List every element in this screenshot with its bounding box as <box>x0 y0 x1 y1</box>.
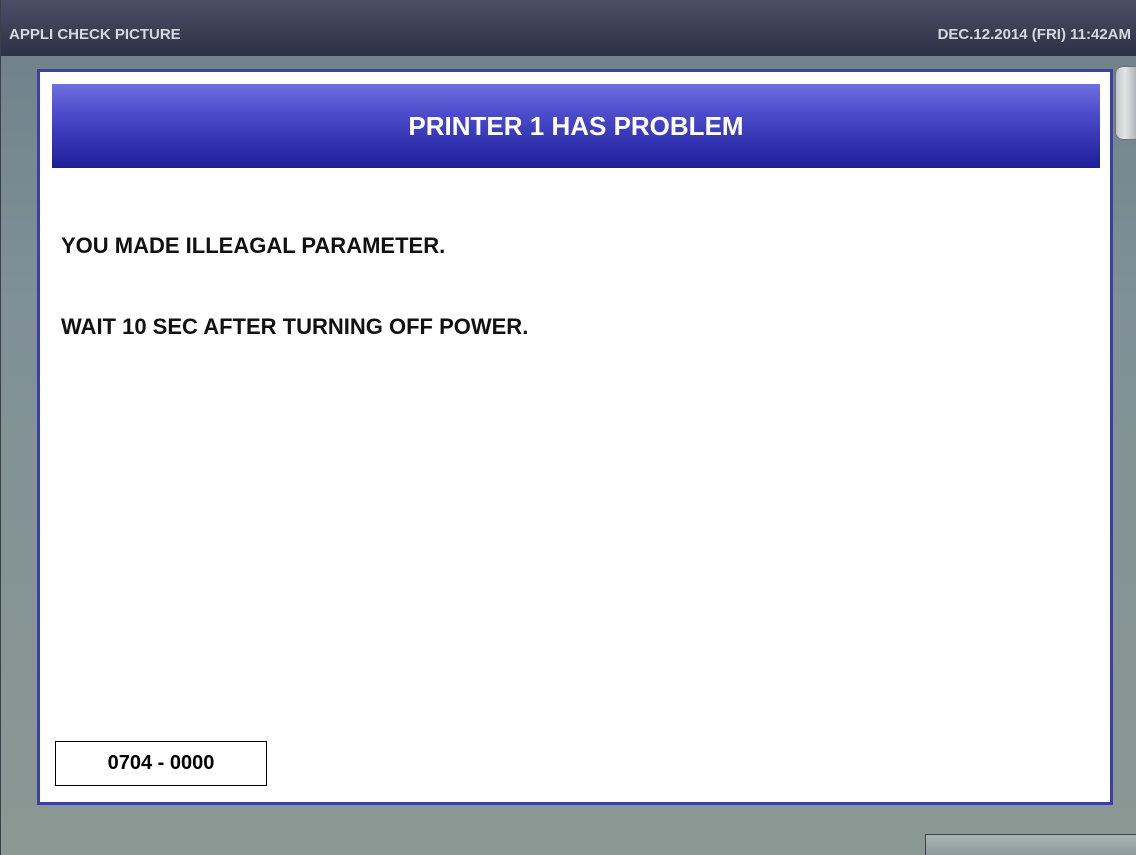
app-title: APPLI CHECK PICTURE <box>9 26 181 43</box>
bottom-button[interactable] <box>925 834 1136 855</box>
title-bar: APPLI CHECK PICTURE DEC.12.2014 (FRI) 11… <box>1 0 1136 56</box>
error-code-box: 0704 - 0000 <box>55 741 267 786</box>
side-scroll-handle[interactable] <box>1115 66 1136 140</box>
dialog-title: PRINTER 1 HAS PROBLEM <box>52 84 1100 168</box>
date-time: DEC.12.2014 (FRI) 11:42AM <box>937 26 1131 43</box>
error-message-line-2: WAIT 10 SEC AFTER TURNING OFF POWER. <box>61 314 529 339</box>
error-dialog: PRINTER 1 HAS PROBLEM YOU MADE ILLEAGAL … <box>37 69 1113 805</box>
screen: { "titlebar": { "app_title": "APPLI CHEC… <box>0 0 1136 855</box>
error-message-line-1: YOU MADE ILLEAGAL PARAMETER. <box>61 233 446 258</box>
